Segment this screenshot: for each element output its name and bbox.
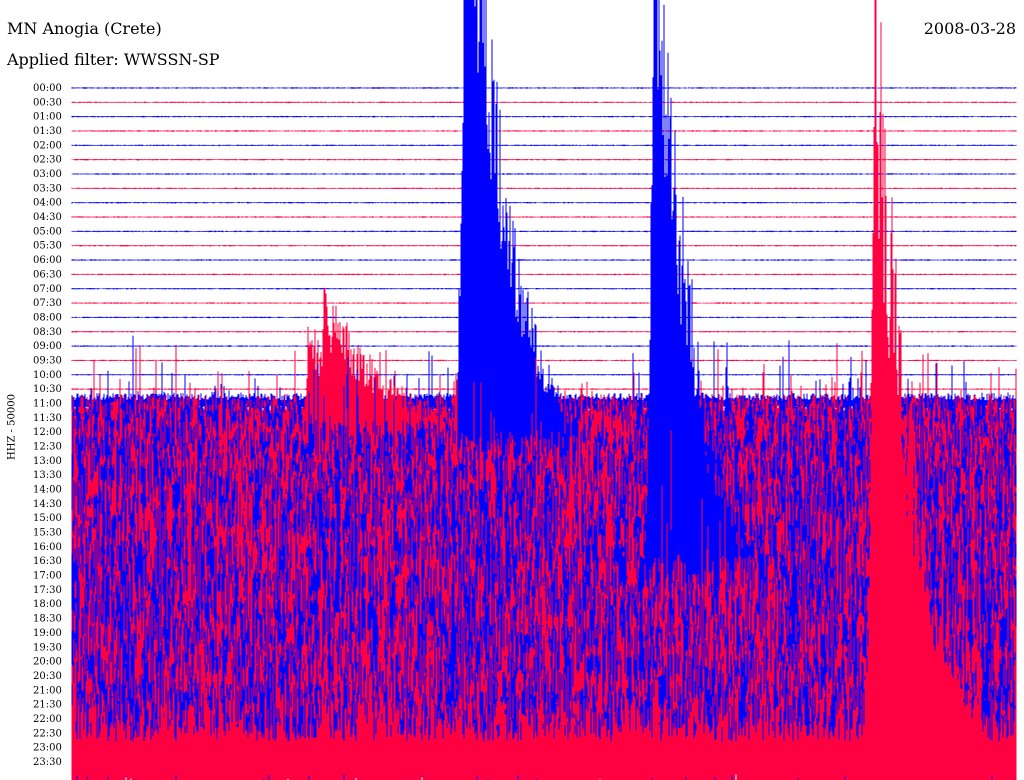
time-tick-label: 22:30 bbox=[33, 728, 62, 739]
time-tick-label: 11:30 bbox=[33, 413, 62, 424]
time-tick-label: 10:00 bbox=[33, 370, 62, 381]
time-tick-label: 07:00 bbox=[33, 284, 62, 295]
time-tick-label: 17:30 bbox=[33, 585, 62, 596]
time-tick-label: 22:00 bbox=[33, 714, 62, 725]
time-tick-label: 16:00 bbox=[33, 542, 62, 553]
time-tick-label: 05:30 bbox=[33, 241, 62, 252]
time-tick-label: 02:30 bbox=[33, 155, 62, 166]
trace-row-0100 bbox=[71, 115, 1017, 118]
time-tick-label: 00:00 bbox=[33, 83, 62, 94]
time-tick-label: 18:00 bbox=[33, 599, 62, 610]
seismogram-traces bbox=[71, 0, 1017, 780]
time-tick-label: 18:30 bbox=[33, 614, 62, 625]
trace-row-0030 bbox=[71, 101, 1017, 104]
time-tick-label: 08:00 bbox=[33, 312, 62, 323]
time-tick-label: 11:00 bbox=[33, 398, 62, 409]
time-tick-label: 12:30 bbox=[33, 442, 62, 453]
trace-row-0000 bbox=[71, 87, 1017, 89]
helicorder-plot: 00:00 00:30 01:00 01:30 02:00 02:30 03:00 03:30… bbox=[33, 0, 1017, 780]
time-tick-label: 20:00 bbox=[33, 657, 62, 668]
time-tick-label: 15:30 bbox=[33, 528, 62, 539]
time-tick-label: 07:30 bbox=[33, 298, 62, 309]
time-tick-label: 16:30 bbox=[33, 556, 62, 567]
time-tick-label: 23:00 bbox=[33, 743, 62, 754]
time-tick-label: 15:00 bbox=[33, 513, 62, 524]
time-tick-label: 04:30 bbox=[33, 212, 62, 223]
time-tick-label: 01:00 bbox=[33, 112, 62, 123]
time-tick-label: 03:30 bbox=[33, 183, 62, 194]
time-tick-label: 09:00 bbox=[33, 341, 62, 352]
time-tick-label: 12:00 bbox=[33, 427, 62, 438]
time-tick-label: 19:00 bbox=[33, 628, 62, 639]
time-tick-label: 02:00 bbox=[33, 140, 62, 151]
time-tick-label: 03:00 bbox=[33, 169, 62, 180]
time-tick-label: 06:00 bbox=[33, 255, 62, 266]
time-tick-label: 09:30 bbox=[33, 355, 62, 366]
time-tick-label: 19:30 bbox=[33, 642, 62, 653]
time-tick-label: 04:00 bbox=[33, 198, 62, 209]
time-tick-label: 10:30 bbox=[33, 384, 62, 395]
time-tick-label: 13:00 bbox=[33, 456, 62, 467]
time-tick-label: 06:30 bbox=[33, 269, 62, 280]
time-tick-label: 05:00 bbox=[33, 226, 62, 237]
time-tick-label: 23:30 bbox=[33, 757, 62, 768]
time-tick-label: 13:30 bbox=[33, 470, 62, 481]
time-tick-label: 08:30 bbox=[33, 327, 62, 338]
time-tick-label: 20:30 bbox=[33, 671, 62, 682]
time-tick-label: 14:30 bbox=[33, 499, 62, 510]
time-tick-label: 21:30 bbox=[33, 700, 62, 711]
time-tick-label: 17:00 bbox=[33, 571, 62, 582]
time-tick-label: 00:30 bbox=[33, 97, 62, 108]
time-tick-label: 14:00 bbox=[33, 485, 62, 496]
time-tick-label: 01:30 bbox=[33, 126, 62, 137]
time-tick-label: 21:00 bbox=[33, 685, 62, 696]
time-tick-labels: 00:00 00:30 01:00 01:30 02:00 02:30 03:00 03:30… bbox=[33, 83, 62, 768]
